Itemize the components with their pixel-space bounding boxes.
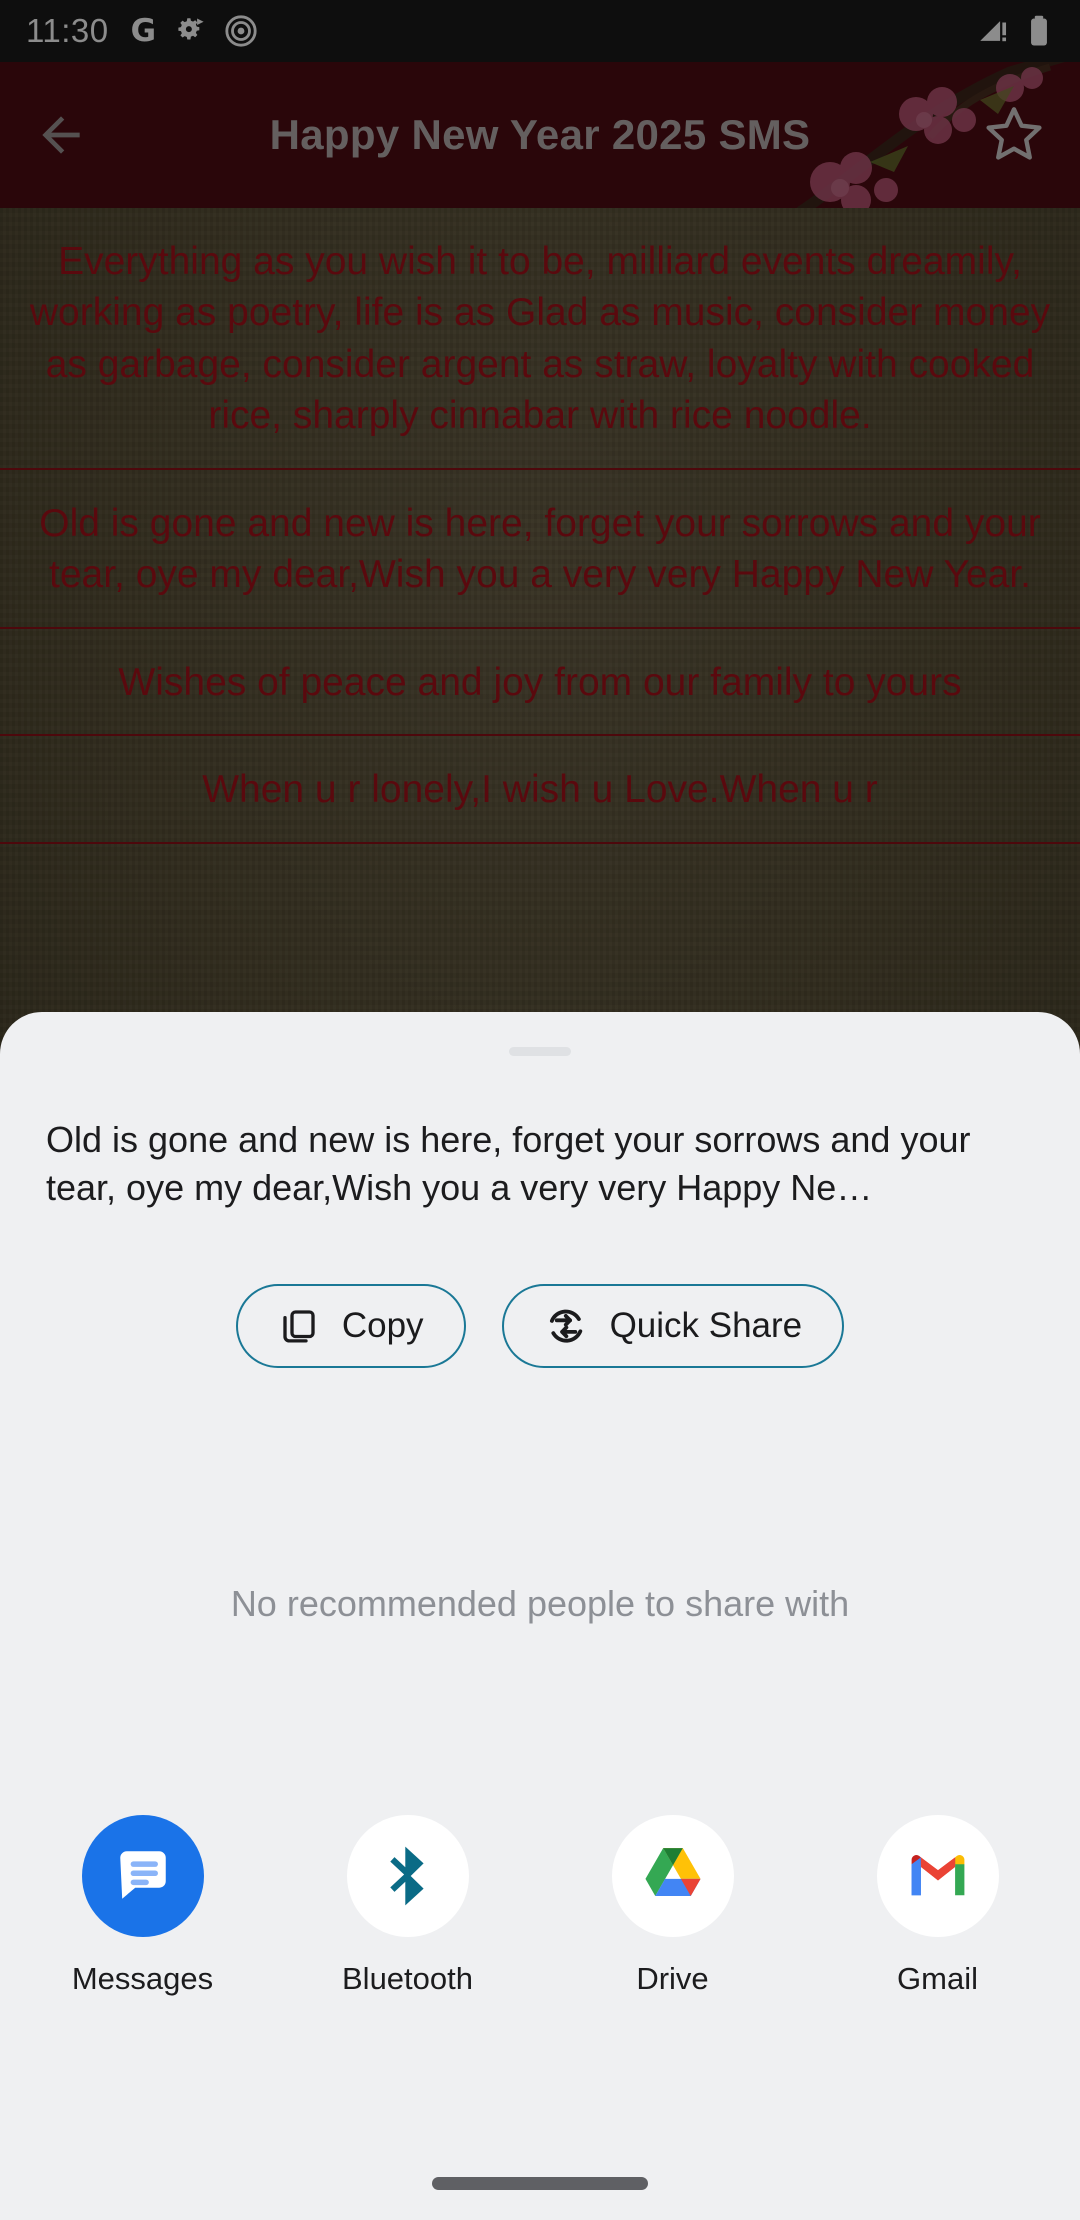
quick-share-button[interactable]: Quick Share [501,1284,845,1369]
share-target-bluetooth[interactable]: Bluetooth [275,1815,540,1997]
quick-share-icon [544,1304,588,1348]
share-target-label: Gmail [897,1961,978,1997]
share-sheet: Old is gone and new is here, forget your… [0,1012,1080,2220]
bluetooth-app-icon [346,1815,469,1938]
navigation-bar [0,2146,1080,2220]
share-target-drive[interactable]: Drive [540,1815,805,1997]
copy-button-label: Copy [341,1306,424,1346]
share-target-messages[interactable]: Messages [10,1815,275,1997]
home-gesture-pill[interactable] [432,2176,648,2190]
quick-share-button-label: Quick Share [609,1306,803,1346]
gmail-app-icon [876,1815,999,1938]
share-target-gmail[interactable]: Gmail [805,1815,1070,1997]
no-recommended-people-message: No recommended people to share with [230,1583,850,1625]
share-target-label: Messages [71,1961,214,1997]
phone-screen: Everything as you wish it to be, milliar… [0,0,1080,2220]
drag-handle[interactable] [509,1047,571,1056]
share-action-row: Copy Quick Share [0,1284,1080,1369]
share-preview-text: Old is gone and new is here, forget your… [46,1119,971,1209]
messages-app-icon [81,1815,204,1938]
share-target-label: Drive [636,1961,709,1997]
share-target-label: Bluetooth [342,1961,473,1997]
drive-app-icon [611,1815,734,1938]
copy-icon [278,1305,320,1347]
copy-button[interactable]: Copy [235,1284,466,1369]
share-targets-row: Messages Bluetooth Drive Gmail [0,1815,1080,1997]
